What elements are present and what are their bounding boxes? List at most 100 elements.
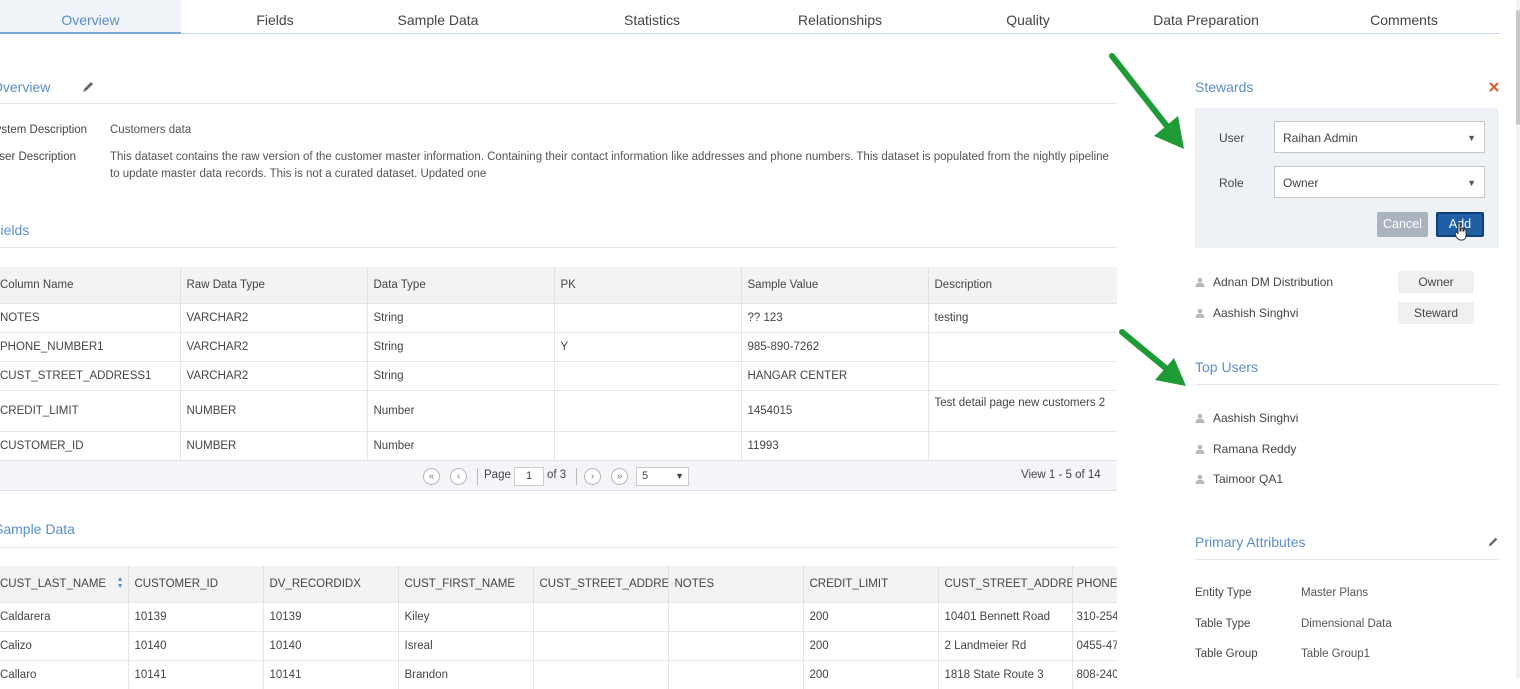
table-cell — [553, 430, 741, 460]
table-cell: CREDIT_LIMIT — [0, 389, 180, 431]
user-icon — [1195, 308, 1205, 318]
table-cell: Number — [366, 389, 554, 431]
table-cell: Number — [366, 430, 554, 460]
column-header[interactable]: PHONE — [1071, 566, 1117, 602]
first-page-icon[interactable]: « — [423, 468, 440, 485]
table-cell: 985-890-7262 — [740, 331, 928, 361]
table-row[interactable]: CUST_STREET_ADDRESS1 VARCHAR2 String HAN… — [0, 360, 1117, 390]
primary-attributes-divider — [1195, 559, 1499, 560]
column-header[interactable]: CUST_STREET_ADDRESS — [937, 566, 1072, 602]
page-label: Page — [484, 469, 511, 481]
column-header[interactable]: CREDIT_LIMIT — [802, 566, 938, 602]
sample-data-section-title: Sample Data — [0, 521, 75, 537]
role-select[interactable]: Owner ▼ — [1274, 166, 1485, 198]
table-cell: String — [366, 331, 554, 361]
table-cell — [553, 302, 741, 332]
user-icon — [1195, 474, 1205, 484]
tab-relationships[interactable]: Relationships — [770, 0, 910, 34]
overview-section-title: Overview — [0, 79, 51, 95]
table-row[interactable]: Caldarera 10139 10139 Kiley 200 10401 Be… — [0, 601, 1117, 631]
table-cell: Brandon — [397, 659, 533, 689]
table-cell: String — [366, 302, 554, 332]
table-cell: 10140 — [262, 630, 398, 660]
table-row[interactable]: NOTES VARCHAR2 String ?? 123 testing — [0, 302, 1117, 332]
table-cell: 1454015 — [740, 389, 928, 431]
role-field-label: Role — [1219, 176, 1244, 190]
system-description-value: Customers data — [110, 124, 192, 136]
chevron-down-icon: ▼ — [1467, 178, 1476, 188]
edit-overview-pencil-icon[interactable] — [81, 80, 95, 94]
attribute-label: Table Group — [1195, 648, 1258, 660]
user-icon — [1195, 413, 1205, 423]
next-page-icon[interactable]: › — [584, 468, 601, 485]
user-description-value: This dataset contains the raw version of… — [110, 151, 1109, 180]
top-user-name: Taimoor QA1 — [1213, 472, 1284, 486]
user-select[interactable]: Raihan Admin ▼ — [1274, 121, 1485, 153]
attribute-value: Dimensional Data — [1301, 618, 1392, 630]
column-header[interactable]: Data Type — [366, 267, 554, 303]
stewards-section-title: Stewards — [1195, 79, 1254, 95]
tab-overview[interactable]: Overview — [0, 0, 181, 34]
page-size-select[interactable]: 5 ▼ — [636, 467, 689, 486]
column-header[interactable]: Sample Value — [740, 267, 928, 303]
table-cell: Calizo — [0, 630, 128, 660]
steward-name: Adnan DM Distribution — [1213, 275, 1334, 289]
table-cell: 808-240 — [1071, 659, 1117, 689]
table-cell: VARCHAR2 — [179, 331, 367, 361]
table-cell — [553, 389, 741, 431]
table-row[interactable]: CREDIT_LIMIT NUMBER Number 1454015 Test … — [0, 389, 1117, 431]
column-header[interactable]: DV_RECORDIDX — [262, 566, 398, 602]
scrollbar-thumb[interactable] — [1516, 10, 1520, 125]
column-header[interactable]: NOTES — [667, 566, 803, 602]
tab-statistics[interactable]: Statistics — [592, 0, 712, 34]
sort-icon[interactable]: ▲ ▼ — [117, 576, 124, 590]
table-row[interactable]: CUSTOMER_ID NUMBER Number 11993 — [0, 430, 1117, 460]
cancel-button[interactable]: Cancel — [1377, 212, 1428, 237]
annotation-arrow-icon — [1119, 329, 1186, 386]
top-user-name: Aashish Singhvi — [1213, 411, 1299, 425]
steward-name: Aashish Singhvi — [1213, 306, 1299, 320]
last-page-icon[interactable]: » — [611, 468, 628, 485]
table-cell: CUSTOMER_ID — [0, 430, 180, 460]
column-header[interactable]: CUST_STREET_ADDRESS — [532, 566, 668, 602]
tab-sample-data[interactable]: Sample Data — [378, 0, 498, 34]
steward-list-item: Adnan DM Distribution — [1195, 275, 1333, 289]
annotation-arrow-icon — [1109, 53, 1184, 149]
table-cell: 10141 — [262, 659, 398, 689]
attribute-label: Entity Type — [1195, 587, 1252, 599]
attribute-value: Table Group1 — [1301, 648, 1371, 660]
column-header[interactable]: Description — [927, 267, 1117, 303]
tab-fields[interactable]: Fields — [215, 0, 335, 34]
table-row[interactable]: PHONE_NUMBER1 VARCHAR2 String Y 985-890-… — [0, 331, 1117, 361]
column-header[interactable]: Column Name — [0, 267, 180, 303]
top-users-divider — [1195, 384, 1499, 385]
add-steward-panel: User Raihan Admin ▼ Role Owner ▼ Cancel … — [1195, 108, 1499, 248]
table-cell — [927, 360, 1117, 390]
tab-quality[interactable]: Quality — [968, 0, 1088, 34]
sample-data-table-header: CUST_LAST_NAME ▲ ▼ CUSTOMER_ID DV_RECORDI… — [0, 566, 1117, 602]
page-number-input[interactable]: 1 — [514, 467, 544, 486]
table-cell: Test detail page new customers 2 — [927, 389, 1117, 431]
tab-data-preparation[interactable]: Data Preparation — [1136, 0, 1276, 34]
table-cell — [532, 601, 668, 631]
column-header[interactable]: CUST_FIRST_NAME — [397, 566, 533, 602]
previous-page-icon[interactable]: ‹ — [450, 468, 467, 485]
close-icon[interactable] — [1489, 82, 1499, 92]
table-row[interactable]: Callaro 10141 10141 Brandon 200 1818 Sta… — [0, 659, 1117, 689]
column-header[interactable]: PK — [553, 267, 741, 303]
column-header[interactable]: CUSTOMER_ID — [127, 566, 263, 602]
column-header[interactable]: CUST_LAST_NAME ▲ ▼ — [0, 566, 128, 602]
table-cell: VARCHAR2 — [179, 302, 367, 332]
table-cell: VARCHAR2 — [179, 360, 367, 390]
attribute-label: Table Type — [1195, 618, 1251, 630]
sample-data-divider — [0, 547, 1117, 548]
table-cell — [667, 659, 803, 689]
tab-comments[interactable]: Comments — [1344, 0, 1464, 34]
top-user-item: Aashish Singhvi — [1195, 411, 1298, 425]
column-header[interactable]: Raw Data Type — [179, 267, 367, 303]
table-row[interactable]: Calizo 10140 10140 Isreal 200 2 Landmeie… — [0, 630, 1117, 660]
vertical-scrollbar[interactable] — [1516, 0, 1520, 678]
steward-role-badge: Steward — [1398, 302, 1474, 324]
edit-attributes-pencil-icon[interactable] — [1487, 536, 1499, 548]
attribute-value: Master Plans — [1301, 587, 1369, 599]
